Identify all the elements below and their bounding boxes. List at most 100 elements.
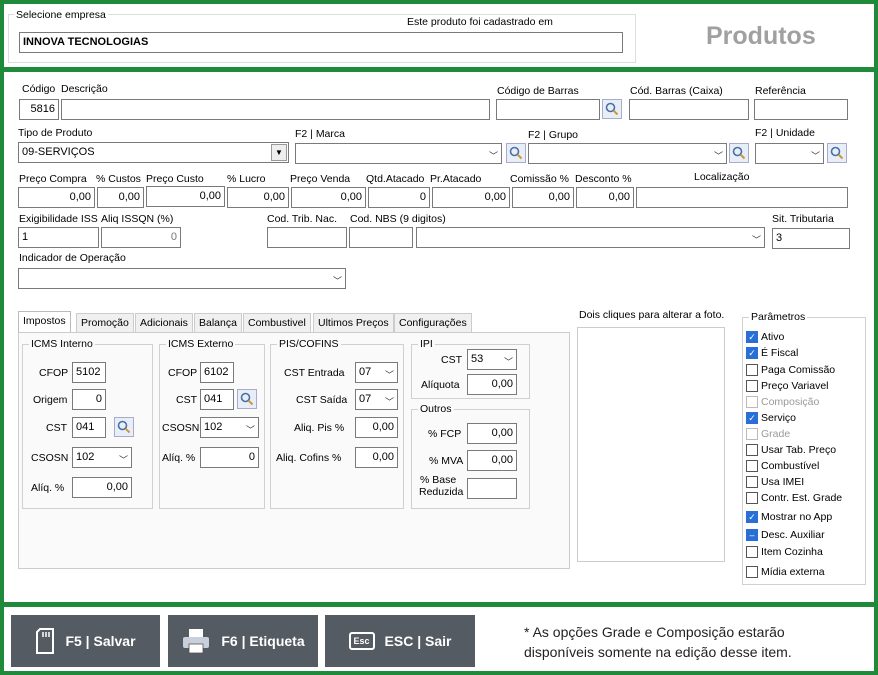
- icms-externo-cst-search-button[interactable]: [237, 389, 257, 409]
- grupo-search-button[interactable]: [729, 143, 749, 163]
- checkbox-icon[interactable]: ✓: [746, 511, 758, 523]
- tab-impostos[interactable]: Impostos: [18, 311, 71, 333]
- sit-trib-field[interactable]: 3: [772, 228, 850, 249]
- icms-interno-aliq-field[interactable]: 0,00: [72, 477, 132, 498]
- icms-interno-cst-search-button[interactable]: [114, 417, 134, 437]
- checkbox-icon[interactable]: [746, 380, 758, 392]
- fcp-field[interactable]: 0,00: [467, 423, 517, 444]
- qtd-atacado-field[interactable]: 0: [368, 187, 430, 208]
- icms-interno-cst-field[interactable]: 041: [72, 417, 106, 438]
- ipi-cst-select[interactable]: 53 ﹀: [467, 349, 517, 370]
- cod-nbs-select[interactable]: ﹀: [416, 227, 765, 248]
- printer-icon: [183, 629, 210, 654]
- ind-operacao-select[interactable]: ﹀: [18, 268, 346, 289]
- parametro-desc-auxiliar[interactable]: – Desc. Auxiliar: [746, 529, 825, 541]
- base-reduzida-field[interactable]: [467, 478, 517, 499]
- checkbox-icon[interactable]: [746, 460, 758, 472]
- parametro-grade: Grade: [746, 428, 790, 440]
- checkbox-icon[interactable]: [746, 476, 758, 488]
- preco-venda-field[interactable]: 0,00: [291, 187, 366, 208]
- parametro-m-dia-externa[interactable]: Mídia externa: [746, 566, 825, 578]
- label-button[interactable]: F6 | Etiqueta: [168, 615, 318, 667]
- cst-entrada-select[interactable]: 07 ﹀: [355, 362, 398, 383]
- comissao-field[interactable]: 0,00: [512, 187, 574, 208]
- tipo-produto-label: Tipo de Produto: [18, 127, 93, 139]
- checkbox-icon[interactable]: [746, 364, 758, 376]
- marca-search-button[interactable]: [506, 143, 526, 163]
- checkbox-icon[interactable]: [746, 428, 758, 440]
- pr-atacado-field[interactable]: 0,00: [432, 187, 510, 208]
- checkbox-icon[interactable]: ✓: [746, 347, 758, 359]
- tab-promocao[interactable]: Promoção: [76, 313, 134, 332]
- parametro-label: Mídia externa: [761, 566, 825, 578]
- referencia-field[interactable]: [754, 99, 848, 120]
- frame-footer-divider: [0, 602, 878, 607]
- frame-right: [874, 0, 878, 675]
- unidade-select[interactable]: ﹀: [755, 143, 824, 164]
- lucro-field[interactable]: 0,00: [227, 187, 289, 208]
- desconto-field[interactable]: 0,00: [576, 187, 634, 208]
- icms-externo-cst-field[interactable]: 041: [200, 389, 234, 410]
- tab-balanca[interactable]: Balança: [194, 313, 242, 332]
- parametro-mostrar-no-app[interactable]: ✓ Mostrar no App: [746, 511, 832, 523]
- codigo-barras-search-button[interactable]: [602, 99, 622, 119]
- icms-interno-cfop-field[interactable]: 5102: [72, 362, 106, 383]
- parametro-item-cozinha[interactable]: Item Cozinha: [746, 546, 823, 558]
- parametro-ativo[interactable]: ✓ Ativo: [746, 331, 784, 343]
- save-button[interactable]: F5 | Salvar: [11, 615, 160, 667]
- ipi-aliquota-field[interactable]: 0,00: [467, 374, 517, 395]
- parametro-combust-vel[interactable]: Combustível: [746, 460, 819, 472]
- exig-iss-field[interactable]: 1: [18, 227, 99, 248]
- cod-nbs-field[interactable]: [349, 227, 413, 248]
- cod-trib-field[interactable]: [267, 227, 347, 248]
- icms-interno-origem-field[interactable]: 0: [72, 389, 106, 410]
- localizacao-field[interactable]: [636, 187, 848, 208]
- icms-interno-csosn-select[interactable]: 102 ﹀: [72, 447, 132, 468]
- exit-button[interactable]: Esc ESC | Sair: [325, 615, 475, 667]
- parametro-label: Grade: [761, 428, 791, 440]
- parametro--fiscal[interactable]: ✓ É Fiscal: [746, 347, 798, 359]
- icms-externo-cfop-field[interactable]: 6102: [200, 362, 234, 383]
- marca-select[interactable]: ﹀: [295, 143, 502, 164]
- checkbox-icon[interactable]: ✓: [746, 412, 758, 424]
- indeterminate-checkbox-icon[interactable]: –: [746, 529, 758, 541]
- parametro-usar-tab-pre-o[interactable]: Usar Tab. Preço: [746, 444, 836, 456]
- icms-interno-csosn-label: CSOSN: [31, 452, 69, 464]
- parametro-paga-comiss-o[interactable]: Paga Comissão: [746, 364, 835, 376]
- descricao-field[interactable]: [61, 99, 490, 120]
- aliq-cofins-field[interactable]: 0,00: [355, 447, 398, 468]
- tab-ultimos-precos[interactable]: Ultimos Preços: [313, 313, 394, 332]
- codigo-field[interactable]: 5816: [19, 99, 59, 120]
- tab-adicionais[interactable]: Adicionais: [135, 313, 193, 332]
- grupo-select[interactable]: ﹀: [528, 143, 727, 164]
- tipo-produto-select[interactable]: 09-SERVIÇOS ▼: [18, 142, 289, 163]
- footer-note: * As opções Grade e Composição estarão d…: [524, 624, 792, 660]
- custos-field[interactable]: 0,00: [97, 187, 144, 208]
- checkbox-icon[interactable]: [746, 396, 758, 408]
- photo-box[interactable]: [577, 327, 725, 562]
- tab-combustivel[interactable]: Combustivel: [243, 313, 311, 332]
- checkbox-icon[interactable]: [746, 444, 758, 456]
- pr-atacado-label: Pr.Atacado: [430, 173, 482, 185]
- cod-barras-caixa-field[interactable]: [629, 99, 749, 120]
- checkbox-icon[interactable]: [746, 566, 758, 578]
- mva-field[interactable]: 0,00: [467, 450, 517, 471]
- checkbox-icon[interactable]: [746, 546, 758, 558]
- aliq-issqn-field[interactable]: 0: [101, 227, 181, 248]
- icms-externo-aliq-field[interactable]: 0: [200, 447, 259, 468]
- unidade-search-button[interactable]: [827, 143, 847, 163]
- checkbox-icon[interactable]: [746, 492, 758, 504]
- cst-saida-select[interactable]: 07 ﹀: [355, 389, 398, 410]
- parametro-pre-o-variavel[interactable]: Preço Variavel: [746, 380, 829, 392]
- preco-custo-field[interactable]: 0,00: [146, 186, 225, 207]
- preco-compra-field[interactable]: 0,00: [18, 187, 95, 208]
- checkbox-icon[interactable]: ✓: [746, 331, 758, 343]
- codigo-barras-field[interactable]: [496, 99, 600, 120]
- aliq-pis-field[interactable]: 0,00: [355, 417, 398, 438]
- company-field[interactable]: INNOVA TECNOLOGIAS: [19, 32, 623, 53]
- parametro-contr-est-grade[interactable]: Contr. Est. Grade: [746, 492, 842, 504]
- icms-externo-csosn-select[interactable]: 102 ﹀: [200, 417, 259, 438]
- parametro-usa-imei[interactable]: Usa IMEI: [746, 476, 804, 488]
- parametro-servi-o[interactable]: ✓ Serviço: [746, 412, 796, 424]
- tab-configuracoes[interactable]: Configurações: [394, 313, 472, 332]
